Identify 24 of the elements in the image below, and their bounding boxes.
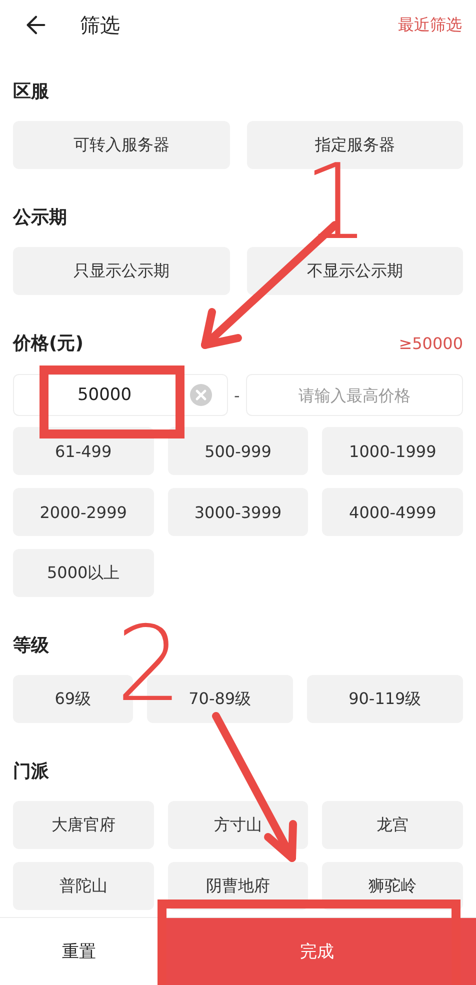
option-chip[interactable]: 2000-2999 [13, 488, 154, 536]
range-dash: - [234, 386, 240, 404]
price-summary: ≥50000 [398, 334, 463, 352]
option-chip[interactable]: 大唐官府 [13, 801, 154, 849]
option-chip[interactable]: 3000-3999 [168, 488, 308, 536]
section-title: 门派 [13, 760, 49, 783]
recent-filters-link[interactable]: 最近筛选 [398, 14, 462, 36]
option-chip[interactable]: 不显示公示期 [246, 247, 463, 295]
option-chip[interactable]: 500-999 [168, 427, 308, 475]
option-chip[interactable]: 90-119级 [306, 675, 463, 723]
section-title: 价格(元) [13, 332, 84, 355]
min-price-field[interactable]: 50000 [13, 374, 228, 416]
section-title: 等级 [13, 634, 49, 657]
option-chip[interactable]: 普陀山 [13, 862, 154, 910]
section-title: 区服 [13, 80, 49, 103]
option-chip[interactable]: 1000-1999 [322, 427, 463, 475]
option-chip[interactable]: 5000以上 [13, 549, 154, 597]
section-title: 公示期 [13, 206, 67, 229]
option-chip[interactable]: 只显示公示期 [13, 247, 230, 295]
page-title: 筛选 [80, 12, 121, 38]
option-chip[interactable]: 龙宫 [322, 801, 463, 849]
max-price-field[interactable]: 请输入最高价格 [246, 374, 463, 416]
option-chip[interactable]: 可转入服务器 [13, 121, 230, 169]
option-chip[interactable]: 4000-4999 [322, 488, 463, 536]
